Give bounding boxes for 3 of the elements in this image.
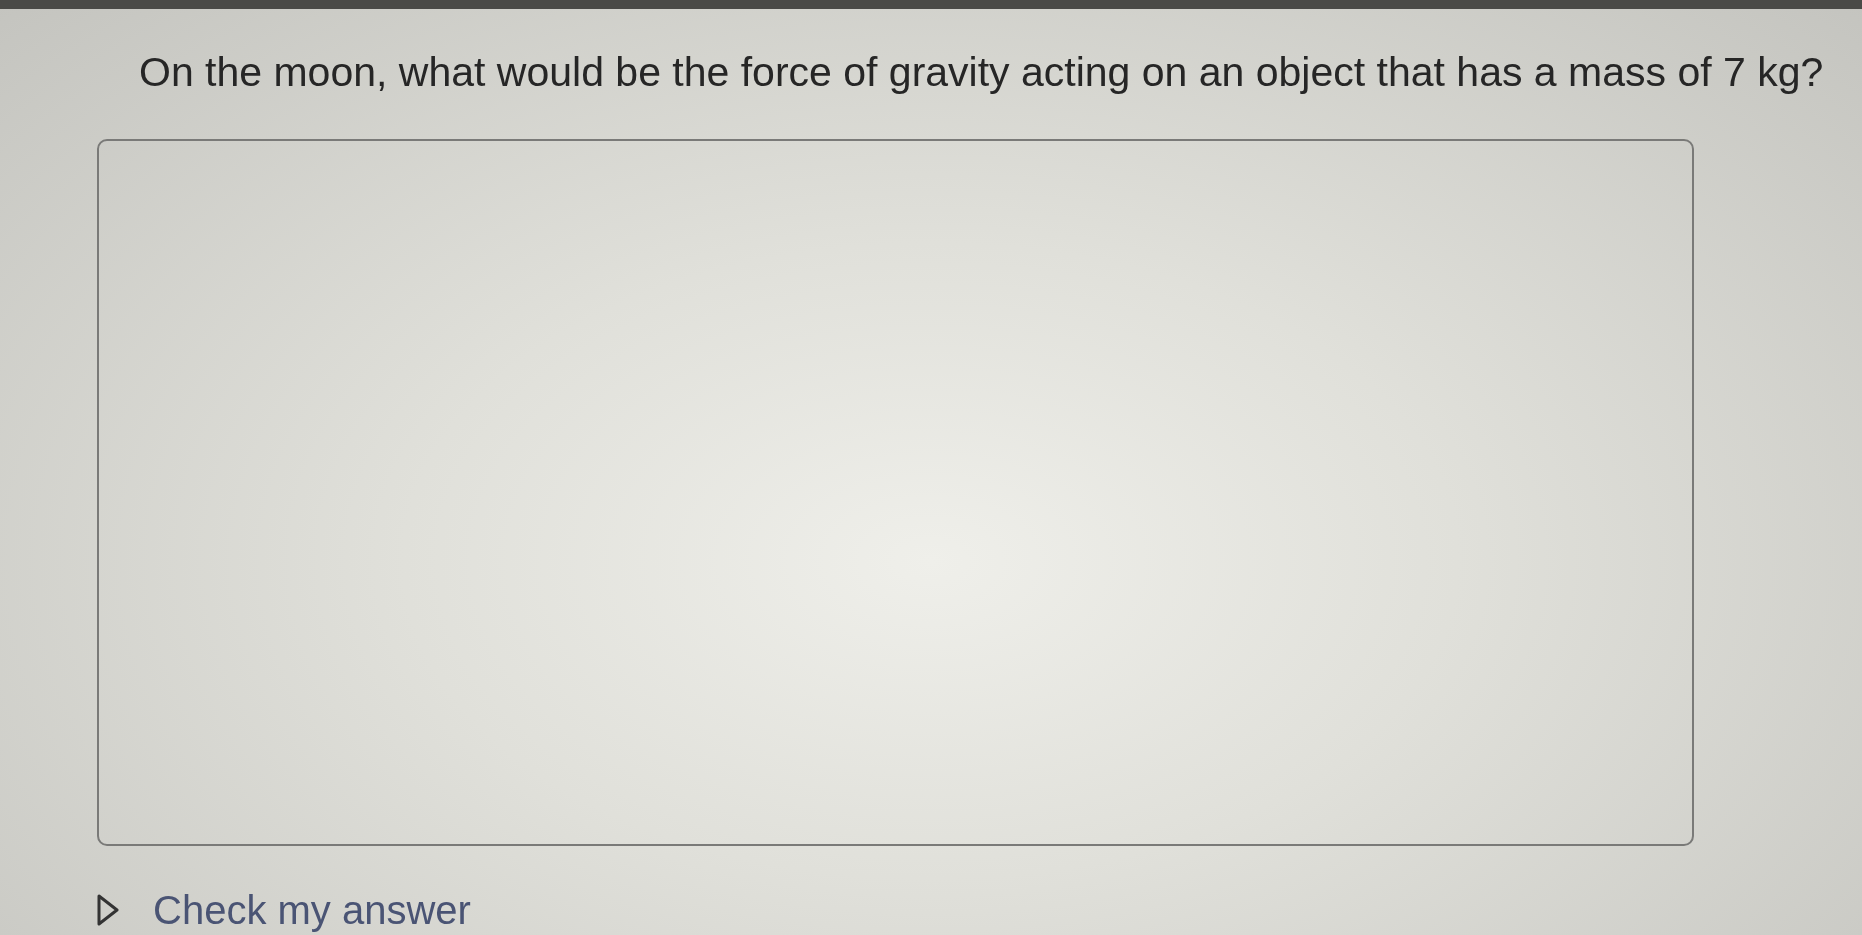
question-text: On the moon, what would be the force of gravity acting on an object that has a mass of 7 kg? — [139, 48, 1824, 96]
answer-box[interactable] — [97, 139, 1694, 846]
check-answer-toggle[interactable]: Check my answer — [97, 889, 471, 931]
